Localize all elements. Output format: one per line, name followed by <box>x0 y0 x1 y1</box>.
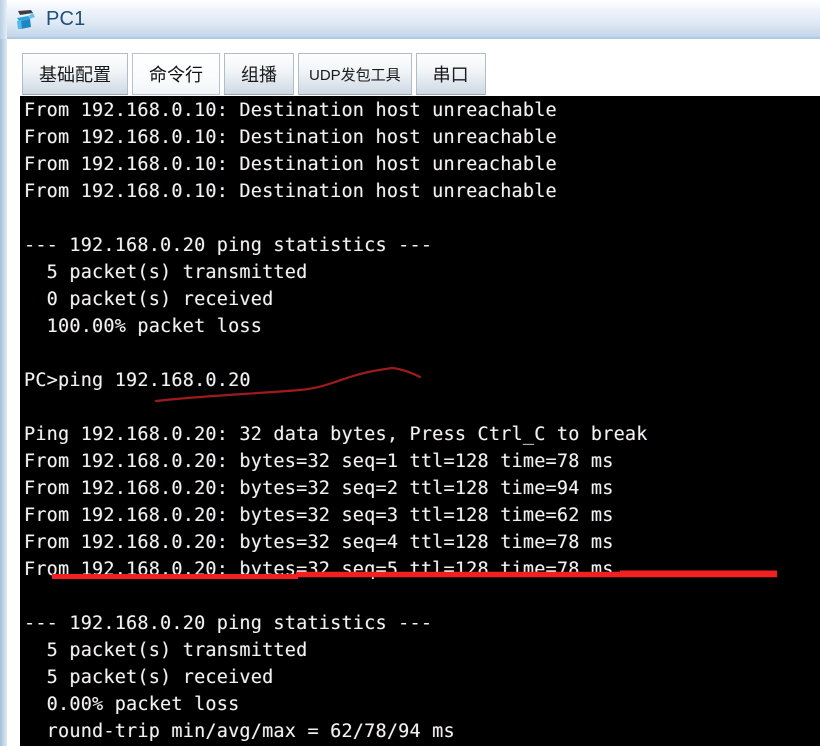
tab-multicast-label: 组播 <box>241 65 277 85</box>
terminal-line: From 192.168.0.10: Destination host unre… <box>24 127 557 148</box>
terminal-line: round-trip min/avg/max = 62/78/94 ms <box>24 721 455 742</box>
terminal-line: 5 packet(s) transmitted <box>24 262 308 283</box>
tab-serial-port[interactable]: 串口 <box>415 53 486 95</box>
pc-device-icon <box>14 7 40 33</box>
tab-command-line-label: 命令行 <box>149 65 203 85</box>
terminal-line: 5 packet(s) transmitted <box>24 640 308 661</box>
window-body: 基础配置 命令行 组播 UDP发包工具 串口 From 192.168.0.10… <box>0 39 820 746</box>
terminal-line: 0 packet(s) received <box>24 289 274 310</box>
tab-serial-port-label: 串口 <box>432 65 469 85</box>
panel-left-strip <box>0 39 7 746</box>
terminal-lines: From 192.168.0.10: Destination host unre… <box>20 96 648 745</box>
tab-bar: 基础配置 命令行 组播 UDP发包工具 串口 <box>22 53 490 95</box>
titlebar-left-edge <box>0 0 7 39</box>
terminal-line: From 192.168.0.10: Destination host unre… <box>24 100 557 121</box>
tab-basic-config[interactable]: 基础配置 <box>22 53 128 95</box>
terminal-line: From 192.168.0.20: bytes=32 seq=2 ttl=12… <box>24 478 614 499</box>
terminal-line: PC>ping 192.168.0.20 <box>24 370 251 391</box>
tab-udp-packet-tool[interactable]: UDP发包工具 <box>298 53 412 95</box>
pc1-window: PC1 基础配置 命令行 组播 UDP发包工具 串口 From 192.168.… <box>0 0 820 746</box>
console-area: From 192.168.0.10: Destination host unre… <box>8 96 820 746</box>
terminal-line: From 192.168.0.20: bytes=32 seq=4 ttl=12… <box>24 532 614 553</box>
tab-udp-packet-tool-label: UDP发包工具 <box>309 66 401 84</box>
terminal-line: From 192.168.0.20: bytes=32 seq=1 ttl=12… <box>24 451 614 472</box>
terminal-line: 100.00% packet loss <box>24 316 263 337</box>
terminal-line: --- 192.168.0.20 ping statistics --- <box>24 235 433 256</box>
terminal-output[interactable]: From 192.168.0.10: Destination host unre… <box>20 96 820 746</box>
terminal-line: From 192.168.0.20: bytes=32 seq=5 ttl=12… <box>24 559 614 580</box>
terminal-line: 0.00% packet loss <box>24 694 240 715</box>
tab-multicast[interactable]: 组播 <box>224 53 294 95</box>
terminal-line: From 192.168.0.10: Destination host unre… <box>24 154 557 175</box>
window-titlebar: PC1 <box>0 0 820 39</box>
terminal-line: From 192.168.0.20: bytes=32 seq=3 ttl=12… <box>24 505 614 526</box>
tab-command-line[interactable]: 命令行 <box>132 53 220 95</box>
terminal-line: 5 packet(s) received <box>24 667 274 688</box>
window-title: PC1 <box>46 7 86 30</box>
terminal-line: --- 192.168.0.20 ping statistics --- <box>24 613 433 634</box>
tab-basic-config-label: 基础配置 <box>39 65 111 85</box>
terminal-line: Ping 192.168.0.20: 32 data bytes, Press … <box>24 424 648 445</box>
terminal-line: From 192.168.0.10: Destination host unre… <box>24 181 557 202</box>
